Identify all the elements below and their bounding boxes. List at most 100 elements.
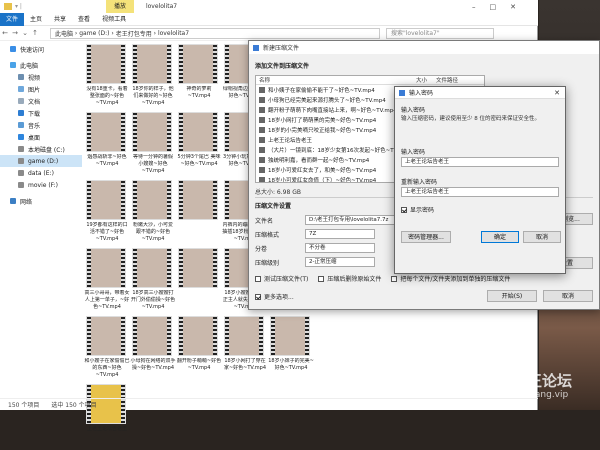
file-name-label: 18岁小网打了穿在家~好色~TV.mp4 (223, 358, 267, 371)
confirm-password-input[interactable]: 上老王论坛告老王 (401, 187, 559, 197)
show-password-option[interactable]: 显示密码 (401, 205, 434, 214)
sidebar-item-quick-access[interactable]: 快速访问 (0, 43, 82, 55)
star-icon (10, 46, 16, 52)
tab-video-tools[interactable]: 视频工具 (96, 13, 132, 26)
video-file-tile[interactable]: 19岁都有这样的口活不错了~好色~TV.mp4 (84, 180, 130, 246)
file-name-label: 等待一分钟的暑假 小嫂嫂~好色~TV.mp4 (132, 154, 173, 174)
separate-archives-option[interactable]: 把每个文件/文件夹添加到单独的压缩文件 (391, 274, 510, 283)
format-select[interactable]: 7Z (305, 229, 375, 239)
test-archive-option[interactable]: 测试压缩文件(T) (255, 274, 308, 283)
format-label: 压缩格式 (255, 231, 280, 239)
sidebar-item-drive-f[interactable]: movie (F:) (0, 179, 82, 191)
chevron-down-icon[interactable]: ⌄ (20, 29, 30, 37)
breadcrumb-item[interactable]: lovelolita7 (158, 30, 189, 37)
video-file-tile[interactable]: 和小嫂子在家偷偷巴的东西~好色~TV.mp4 (84, 316, 130, 382)
show-password-checkbox[interactable] (401, 206, 407, 213)
section-settings: 压缩文件设置 (255, 203, 292, 210)
video-file-tile[interactable]: 5分钟3个尾巴 美味~好色~TV.mp4 (176, 112, 222, 178)
sidebar-item-drive-d[interactable]: game (D:) (0, 155, 82, 167)
cancel-button[interactable]: 取消 (543, 290, 593, 302)
quick-access-toolbar[interactable]: ▾ | (15, 3, 22, 10)
video-file-tile[interactable]: 小母狗在网络的双手操~好色~TV.mp4 (130, 316, 176, 382)
video-file-tile[interactable]: 18岁你的样子，他们来做好的~好色~TV.mp4 (130, 44, 176, 110)
test-archive-checkbox[interactable] (255, 275, 261, 282)
breadcrumb[interactable]: 此电脑 › game (D:) › 老王打包专用 › lovelolita7 (50, 28, 380, 39)
up-arrow-icon[interactable]: ↑ (30, 29, 40, 37)
more-options-checkbox[interactable] (255, 293, 261, 300)
password-manager-button[interactable]: 密码管理器... (401, 231, 451, 243)
sidebar-item-drive-c[interactable]: 本地磁盘 (C:) (0, 143, 82, 155)
file-list-name: 独统明利嘉，看而群一起~好色~TV.mp4 (268, 158, 370, 164)
download-icon (18, 110, 24, 116)
password-input[interactable]: 上老王论坛告老王 (401, 157, 559, 167)
forward-arrow-icon[interactable]: → (10, 29, 20, 37)
split-select[interactable]: 不分卷 (305, 243, 375, 253)
video-file-tile[interactable]: 翻开粉子萌萌~好色~TV.mp4 (176, 316, 222, 382)
close-icon[interactable]: ✕ (554, 89, 560, 97)
sidebar-item-pictures[interactable]: 图片 (0, 83, 82, 95)
video-file-tile[interactable]: 上老王论坛告老王 (84, 384, 130, 450)
video-file-tile[interactable] (176, 180, 222, 246)
video-file-tile[interactable]: 没有18重卡，看着整张面的~好色~TV.mp4 (84, 44, 130, 110)
file-name-label (176, 222, 222, 244)
video-file-tile[interactable]: 18岁小网打了穿在家~好色~TV.mp4 (222, 316, 268, 382)
sidebar-item-desktop[interactable]: 桌面 (0, 131, 82, 143)
column-size[interactable]: 大小 (416, 76, 436, 84)
file-name-label (176, 290, 222, 312)
sidebar-item-videos[interactable]: 视频 (0, 71, 82, 83)
delete-source-checkbox[interactable] (318, 275, 325, 282)
video-file-tile[interactable]: 烟感战斩非~好色~TV.mp4 (84, 112, 130, 178)
start-button[interactable]: 开始(S) (487, 290, 537, 302)
separate-archives-checkbox[interactable] (391, 275, 398, 282)
ok-button[interactable]: 确定 (481, 231, 519, 243)
watermark-url: laowang.vip (514, 390, 569, 400)
file-icon (259, 117, 265, 123)
file-icon (259, 157, 265, 163)
breadcrumb-item[interactable]: game (D:) (79, 30, 109, 37)
column-path[interactable]: 文件路径 (436, 76, 458, 84)
password-cancel-button[interactable]: 取消 (523, 231, 561, 243)
more-options-row[interactable]: 更多选项... (255, 292, 294, 301)
breadcrumb-item[interactable]: 此电脑 (55, 29, 73, 38)
password-dialog-title: 输入密码 (409, 90, 434, 97)
file-name-label: 烟感战斩非~好色~TV.mp4 (87, 154, 127, 167)
sidebar-item-network[interactable]: 网络 (0, 195, 82, 207)
video-file-tile[interactable]: 等待一分钟的暑假 小嫂嫂~好色~TV.mp4 (130, 112, 176, 178)
sidebar-item-this-pc[interactable]: 此电脑 (0, 59, 82, 71)
ribbon-context-tab[interactable]: 播放 (105, 0, 134, 13)
back-arrow-icon[interactable]: ← (0, 29, 10, 37)
breadcrumb-item[interactable]: 老王打包专用 (116, 29, 152, 38)
desktop-icon (18, 134, 24, 140)
search-input[interactable]: 搜索"lovelolita7" (386, 28, 494, 39)
window-controls[interactable]: –□✕ (472, 3, 530, 11)
delete-source-option[interactable]: 压缩后删除原始文件 (318, 274, 381, 283)
status-bar: 150 个项目 选中 150 个项目 (0, 398, 538, 410)
file-list-name: 小母狗已经完美起来源打腾头了~好色~TV.mp4 (268, 98, 386, 104)
sidebar-item-drive-e[interactable]: data (E:) (0, 167, 82, 179)
column-name[interactable]: 名称 (256, 76, 416, 84)
tab-file[interactable]: 文件 (0, 12, 25, 26)
file-icon (259, 87, 265, 93)
password-hint: 输入压缩密码，建议使用至少 8 位的密码来保证安全性。 (401, 116, 540, 122)
sidebar-item-documents[interactable]: 文档 (0, 95, 82, 107)
video-file-tile[interactable]: 粉嫩大沙，小可爱 跟不错的~好色~TV.mp4 (130, 180, 176, 246)
video-file-tile[interactable] (176, 248, 222, 314)
file-icon (259, 137, 265, 143)
explorer-titlebar: ▾ | 播放 lovelolita7 –□✕ (0, 0, 538, 13)
tab-share[interactable]: 共享 (48, 13, 72, 26)
video-thumbnail (178, 316, 218, 356)
tab-home[interactable]: 主页 (24, 13, 48, 26)
file-list-header: 名称 大小 文件路径 (256, 76, 484, 85)
video-file-tile[interactable]: 18岁高三小嫂嫂打开门外偷偷操~好色~TV.mp4 (130, 248, 176, 314)
folder-icon (4, 3, 12, 10)
video-file-tile[interactable]: 高三小哥哥，带着女人上第一单子，~好色~TV.mp4 (84, 248, 130, 314)
file-list-name: 上老王论坛告老王 (268, 138, 313, 144)
sidebar-item-downloads[interactable]: 下载 (0, 107, 82, 119)
sidebar-item-music[interactable]: 音乐 (0, 119, 82, 131)
level-select[interactable]: 2-正常压缩 (305, 257, 375, 267)
tab-view[interactable]: 查看 (72, 13, 96, 26)
video-thumbnail (178, 248, 218, 288)
video-file-tile[interactable]: 神奇的萝莉~TV.mp4 (176, 44, 222, 110)
video-file-tile[interactable]: 18岁小妹子的完美~好色~TV.mp4 (268, 316, 314, 382)
video-thumbnail (132, 180, 172, 220)
